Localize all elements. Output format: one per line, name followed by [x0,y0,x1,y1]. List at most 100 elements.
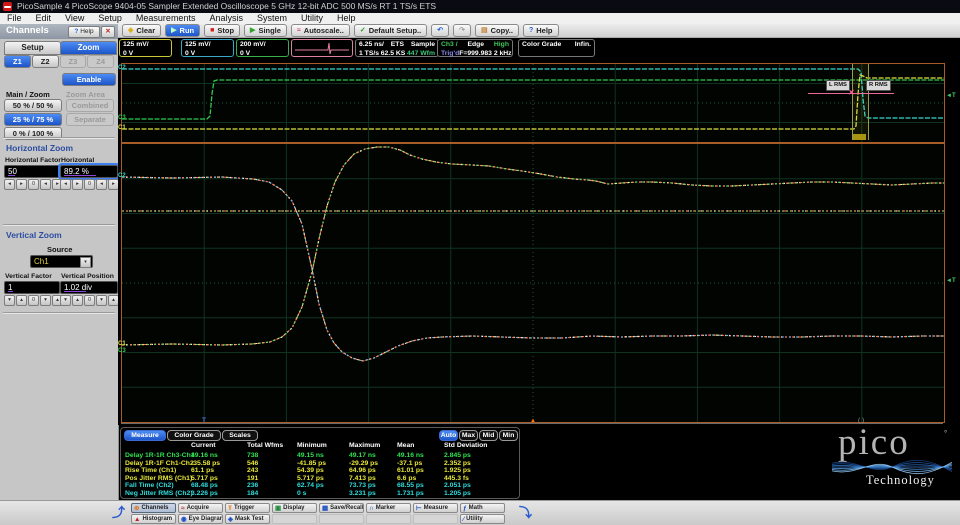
spinner-button[interactable]: ◂ [96,179,107,190]
axis-t-marker[interactable]: T [202,417,206,424]
stat-mode-auto[interactable]: Auto [439,430,458,441]
spinner-button[interactable]: 0 [84,179,95,190]
bottombar-measure-button[interactable]: ⊢ Measure [413,503,458,513]
main-view-section[interactable] [121,63,945,143]
history-button[interactable]: ↷ [453,24,471,37]
window-title: PicoSample 4 PicoScope 9404-05 Sampler E… [17,1,437,11]
ch2-info-box[interactable]: 125 mV/0 V [181,39,234,57]
waveform-display[interactable]: ✕ L RMS R RMS C2 C3 C1 C2 C1 C3 ◄T ◄T T … [118,58,960,425]
bottombar-mask-test-button[interactable]: ◈ Mask Test [225,514,270,524]
bottombar-marker-button[interactable]: ∩ Marker [366,503,411,513]
enable-button[interactable]: Enable [62,73,116,86]
ch4-preview-box[interactable] [291,39,353,57]
spinner-button[interactable]: ▾ [40,295,51,306]
spinner-button[interactable]: ◂ [60,179,71,190]
stop-button[interactable]: ■ Stop [204,24,241,37]
nav-right-arrow-icon[interactable]: ⤵ [519,506,532,519]
tab-zoom[interactable]: Zoom [60,41,117,55]
tab-measure[interactable]: Measure [124,430,166,441]
vfactor-spinner[interactable]: ▾ ▴ 0 ▾ ▴ [4,295,63,306]
bottombar-histogram-button[interactable]: ▲ Histogram [131,514,176,524]
bottombar-save-recall-button[interactable]: ▦ Save/Recall [319,503,364,513]
r-rms-marker[interactable]: R RMS [866,80,891,91]
ch1-info-box[interactable]: 125 mV/0 V [119,39,172,57]
nav-left-arrow-icon[interactable]: ⤴ [112,506,125,519]
spinner-button[interactable]: ◂ [40,179,51,190]
vfactor-input[interactable]: 1 [4,281,60,294]
menu-system[interactable]: System [250,13,294,24]
l-rms-marker[interactable]: L RMS [826,80,850,91]
stat-mode-mid[interactable]: Mid [479,430,498,441]
help-button[interactable]: ? Help [522,24,559,37]
panel-close-button[interactable]: ✕ [101,26,115,38]
spinner-button[interactable]: ▾ [4,295,15,306]
zoom-z3-button: Z3 [59,55,87,68]
menu-analysis[interactable]: Analysis [202,13,250,24]
zoom-region-highlight[interactable] [852,64,869,140]
spinner-button[interactable]: ▴ [16,295,27,306]
spinner-button[interactable]: ▾ [96,295,107,306]
trigger-level-marker-main[interactable]: ◄T [946,93,956,99]
main-view-plot [122,64,944,142]
stat-mode-max[interactable]: Max [459,430,478,441]
bottombar-trigger-button[interactable]: Ŧ Trigger [225,503,270,513]
bottombar-utility-button[interactable]: ∕ Utility [460,514,505,524]
ratio-button-1[interactable]: 25 % / 75 % [4,113,62,126]
color-grade-box[interactable]: Color Grade Infin. [518,39,595,57]
menu-measurements[interactable]: Measurements [129,13,203,24]
history-button[interactable]: ↶ [431,24,450,37]
copy-button[interactable]: ▤ Copy.. [474,24,519,37]
bottombar-display-button[interactable]: ▣ Display [272,503,317,513]
menu-view[interactable]: View [58,13,91,24]
spinner-button[interactable]: ▴ [72,295,83,306]
bottombar-acquire-button[interactable]: ≈ Acquire [178,503,223,513]
hpos-spinner[interactable]: ◂ ▸ 0 ◂ ▸ [60,179,119,190]
tab-color-grade[interactable]: Color Grade [167,430,221,441]
clear-button[interactable]: ◆ Clear [122,24,162,37]
trigger-box[interactable]: Ch3 /Edge High Trig'd F=999.983 2 kHz [437,39,513,57]
button-label: Autoscale.. [303,26,344,35]
button-label: Channels [141,505,169,511]
hfactor-input[interactable]: 50 [4,165,60,178]
menu-file[interactable]: File [0,13,29,24]
spinner-button[interactable]: ▸ [16,179,27,190]
default-setup-button[interactable]: ✓ Default Setup.. [353,24,428,37]
spinner-button[interactable]: 0 [28,295,39,306]
panel-help-button[interactable]: ? Help [68,26,100,38]
zoom-z1-button[interactable]: Z1 [4,55,31,68]
zoom-view-section[interactable] [121,143,945,423]
hfactor-spinner[interactable]: ◂ ▸ 0 ◂ ▸ [4,179,63,190]
spinner-button[interactable]: 0 [28,179,39,190]
spinner-button[interactable]: ◂ [4,179,15,190]
trigger-level-marker-zoom[interactable]: ◄T [946,278,956,284]
menu-edit[interactable]: Edit [29,13,59,24]
stat-mode-min[interactable]: Min [499,430,518,441]
cell-minimum: 0 s [297,490,307,497]
menu-utility[interactable]: Utility [294,13,330,24]
chevron-down-icon[interactable]: ▾ [80,257,91,268]
vpos-spinner[interactable]: ▾ ▴ 0 ▾ ▴ [60,295,119,306]
spinner-button[interactable]: 0 [84,295,95,306]
ratio-button-0[interactable]: 50 % / 50 % [4,99,62,112]
bottombar-eye-diagram-button[interactable]: ◉ Eye Diagram [178,514,223,524]
vpos-input[interactable]: 1.02 div [60,281,118,294]
bottombar-math-button[interactable]: ƒ Math [460,503,505,513]
hfactor-slider [8,175,15,176]
ch3-info-box[interactable]: 200 mV/0 V [236,39,289,57]
run-button[interactable]: ▶ Run [165,24,201,37]
autoscale-button[interactable]: ≈ Autoscale.. [290,24,350,37]
spinner-button[interactable]: ▸ [72,179,83,190]
hpos-input[interactable]: 89.2 % [58,163,120,180]
trigger-position-icon[interactable]: ▲ [530,418,536,424]
bottombar-channels-button[interactable]: ⊕ Channels [131,503,176,513]
single-button[interactable]: ▶ Single [244,24,287,37]
tab-setup[interactable]: Setup [4,41,61,55]
zoom-z2-button[interactable]: Z2 [31,55,59,68]
timebase-box[interactable]: 6.25 ns/ETS Sample 1 TS/s 62.5 KS 447 Wfm [355,39,439,57]
menu-help[interactable]: Help [330,13,363,24]
menu-setup[interactable]: Setup [91,13,129,24]
source-dropdown[interactable]: Ch1 ▾ [30,255,93,268]
tab-scales[interactable]: Scales [222,430,258,441]
zoom-region-handle[interactable] [853,134,866,140]
spinner-button[interactable]: ▾ [60,295,71,306]
